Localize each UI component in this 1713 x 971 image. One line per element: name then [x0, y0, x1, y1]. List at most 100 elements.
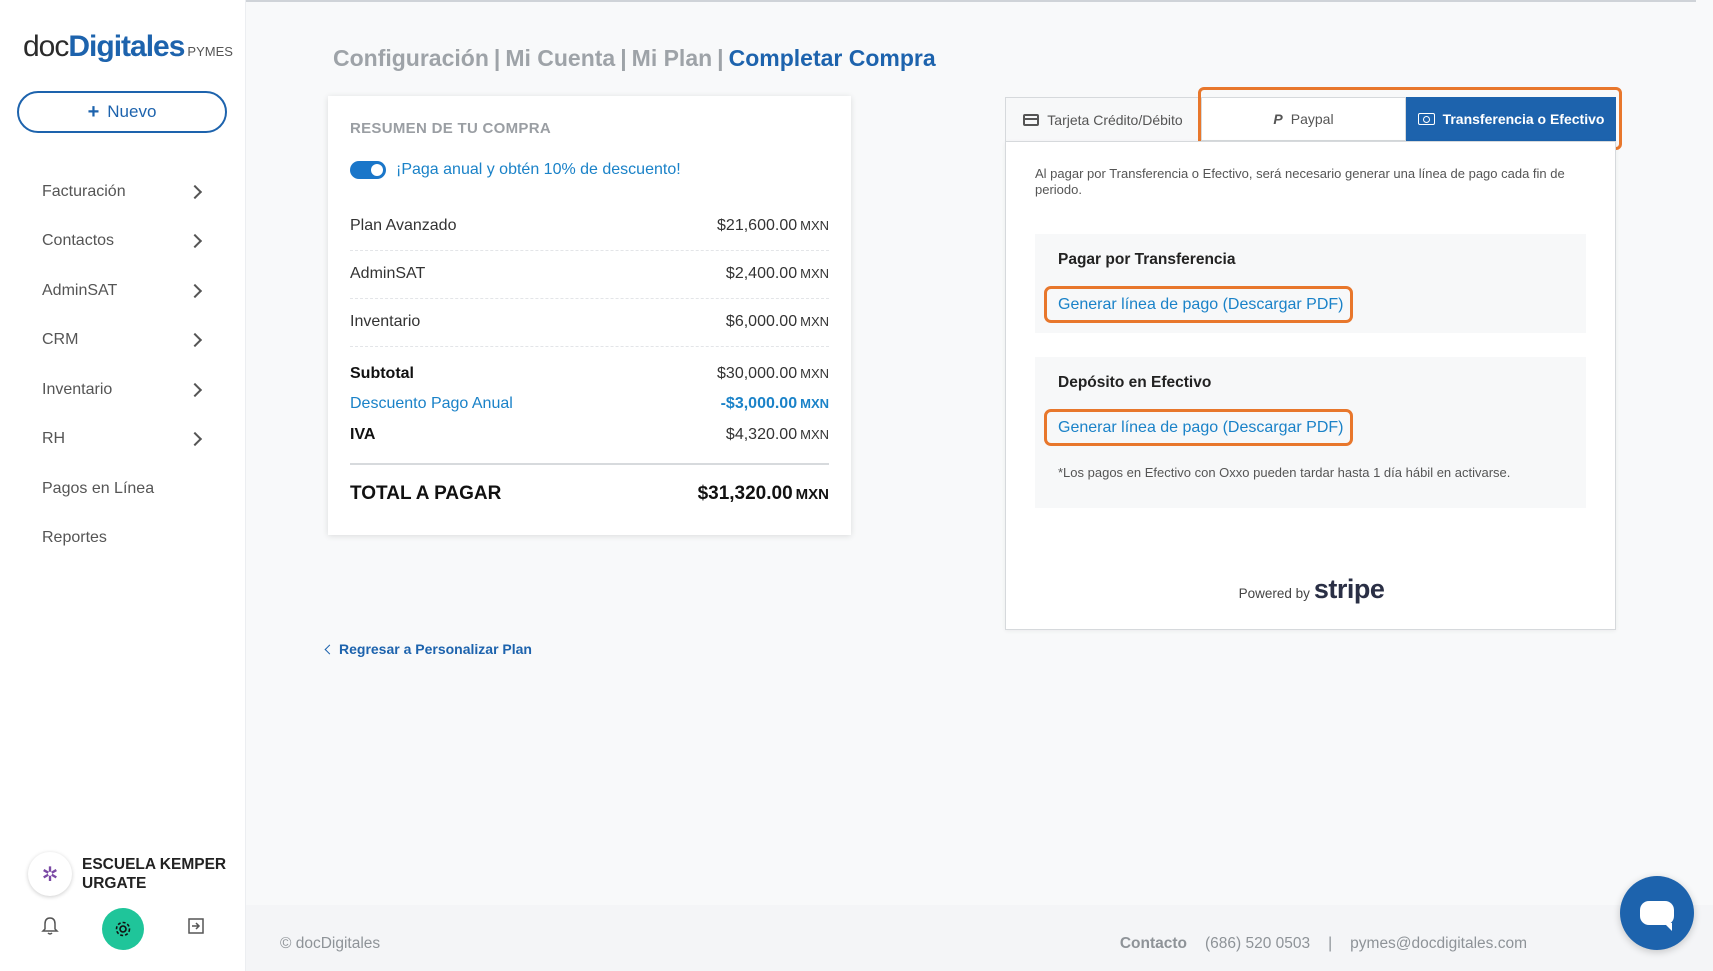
payment-intro: Al pagar por Transferencia o Efectivo, s…	[1035, 166, 1565, 197]
total-amount: $31,320.00	[697, 483, 793, 504]
total-divider	[350, 463, 829, 465]
sidebar-item-crm[interactable]: CRM	[0, 316, 246, 366]
annual-payment-toggle[interactable]	[350, 161, 386, 179]
iva-label: IVA	[350, 426, 376, 443]
sidebar-item-adminsat[interactable]: AdminSAT	[0, 266, 246, 316]
sidebar-item-label: AdminSAT	[42, 281, 118, 299]
tab-label: Transferencia o Efectivo	[1442, 111, 1605, 127]
contact-divider: |	[1328, 935, 1333, 952]
sidebar-item-rh[interactable]: RH	[0, 415, 246, 465]
sidebar-item-inventario[interactable]: Inventario	[0, 365, 246, 415]
purchase-summary-card: RESUMEN DE TU COMPRA ¡Paga anual y obtén…	[328, 96, 851, 535]
total-row: TOTAL A PAGAR $31,320.00 MXN	[350, 483, 829, 505]
total-label: TOTAL A PAGAR	[350, 483, 502, 504]
user-name: ESCUELA KEMPER URGATE	[82, 856, 227, 892]
sidebar-item-label: Pagos en Línea	[42, 479, 155, 497]
line-item: AdminSAT $2,400.00 MXN	[350, 265, 829, 299]
contact-phone[interactable]: (686) 520 0503	[1205, 935, 1310, 953]
subtotal-label: Subtotal	[350, 365, 414, 382]
line-item: Inventario $6,000.00 MXN	[350, 313, 829, 347]
line-item-label: Inventario	[350, 313, 421, 330]
credit-card-icon	[1023, 113, 1040, 126]
chevron-right-icon	[187, 283, 203, 298]
footer-contact: Contacto (686) 520 0503 | pymes@docdigit…	[1120, 935, 1527, 953]
currency-label: MXN	[800, 314, 829, 329]
cash-icon	[1417, 113, 1435, 125]
line-item-label: AdminSAT	[350, 265, 426, 282]
sidebar-item-label: Facturación	[42, 182, 126, 200]
powered-by-label: Powered by	[1238, 586, 1310, 601]
discount-row: Descuento Pago Anual -$3,000.00 MXN	[350, 395, 829, 413]
top-divider	[246, 0, 1696, 2]
discount-amount: -$3,000.00	[720, 395, 798, 412]
currency-label: MXN	[800, 266, 829, 281]
annual-toggle-row: ¡Paga anual y obtén 10% de descuento!	[350, 161, 681, 179]
logo-digitales: Digitales	[68, 30, 185, 63]
sidebar: doc Digitales PYMES + Nuevo Facturación Co…	[0, 0, 246, 971]
sidebar-item-label: Reportes	[42, 529, 107, 547]
sidebar-item-label: Contactos	[42, 232, 115, 250]
sidebar-item-facturacion[interactable]: Facturación	[0, 167, 246, 217]
subtotal-amount: $30,000.00	[717, 365, 798, 382]
breadcrumb-separator: |	[620, 45, 627, 71]
breadcrumb-separator: |	[493, 45, 501, 71]
user-profile[interactable]: ✲ ESCUELA KEMPER URGATE	[28, 852, 232, 896]
cash-note: *Los pagos en Efectivo con Oxxo pueden t…	[1058, 465, 1511, 480]
paypal-icon: P	[1273, 111, 1283, 127]
tab-label: Tarjeta Crédito/Débito	[1047, 111, 1183, 128]
new-button[interactable]: + Nuevo	[17, 91, 227, 133]
chat-button[interactable]	[1620, 876, 1694, 950]
transfer-generate-pdf-link[interactable]: Generar línea de pago (Descargar PDF)	[1044, 286, 1353, 323]
cash-link-label: Generar línea de pago (Descargar PDF)	[1058, 418, 1344, 436]
currency-label: MXN	[800, 427, 829, 442]
chevron-right-icon	[187, 234, 203, 249]
back-link-label: Regresar a Personalizar Plan	[339, 641, 532, 657]
new-button-label: Nuevo	[107, 102, 157, 121]
chevron-right-icon	[187, 184, 203, 199]
logout-icon[interactable]	[174, 916, 218, 942]
bell-icon[interactable]	[28, 916, 72, 942]
subtotal-row: Subtotal $30,000.00 MXN	[350, 365, 829, 383]
transfer-box: Pagar por Transferencia Generar línea de…	[1035, 234, 1586, 333]
iva-row: IVA $4,320.00 MXN	[350, 426, 829, 444]
plus-icon: +	[87, 100, 100, 123]
chevron-right-icon	[187, 432, 203, 447]
chevron-right-icon	[187, 333, 203, 348]
cash-generate-pdf-link[interactable]: Generar línea de pago (Descargar PDF)	[1044, 409, 1353, 446]
sidebar-nav: Facturación Contactos AdminSAT CRM Inven…	[0, 167, 246, 563]
contact-label: Contacto	[1119, 935, 1187, 952]
sidebar-item-label: CRM	[42, 331, 79, 349]
breadcrumb-item-mi-cuenta[interactable]: Mi Cuenta	[505, 45, 615, 71]
sidebar-item-reportes[interactable]: Reportes	[0, 514, 246, 564]
summary-title: RESUMEN DE TU COMPRA	[350, 120, 552, 137]
payment-method-tabs: Tarjeta Crédito/Débito P Paypal Transfer…	[1005, 97, 1616, 141]
payment-panel: Al pagar por Transferencia o Efectivo, s…	[1005, 141, 1616, 630]
breadcrumb-item-mi-plan[interactable]: Mi Plan	[632, 45, 713, 71]
breadcrumb-separator: |	[717, 45, 724, 71]
gear-icon[interactable]	[102, 908, 144, 950]
currency-label: MXN	[800, 218, 829, 233]
logo-doc: doc	[23, 30, 69, 63]
annual-toggle-label: ¡Paga anual y obtén 10% de descuento!	[396, 161, 681, 178]
sidebar-item-pagos-en-linea[interactable]: Pagos en Línea	[0, 464, 246, 514]
brand-logo[interactable]: doc Digitales PYMES	[23, 30, 233, 64]
tab-transfer-cash[interactable]: Transferencia o Efectivo	[1406, 97, 1616, 141]
chevron-right-icon	[187, 382, 203, 397]
tab-credit-card[interactable]: Tarjeta Crédito/Débito	[1005, 97, 1201, 141]
currency-label: MXN	[795, 486, 829, 503]
sidebar-footer-actions	[28, 908, 218, 950]
breadcrumb-item-configuracion[interactable]: Configuración	[333, 45, 489, 71]
sidebar-item-contactos[interactable]: Contactos	[0, 217, 246, 267]
footer: © docDigitales Contacto (686) 520 0503 |…	[246, 905, 1713, 971]
chevron-left-icon	[324, 644, 335, 654]
back-to-customize-plan-link[interactable]: Regresar a Personalizar Plan	[324, 641, 532, 657]
powered-by-stripe: Powered by stripe	[1006, 574, 1617, 605]
sidebar-item-label: RH	[42, 430, 66, 448]
currency-label: MXN	[800, 396, 829, 411]
contact-email[interactable]: pymes@docdigitales.com	[1350, 935, 1527, 953]
tab-paypal[interactable]: P Paypal	[1201, 97, 1406, 141]
cash-box: Depósito en Efectivo Generar línea de pa…	[1035, 357, 1586, 508]
sidebar-item-label: Inventario	[42, 380, 113, 398]
tab-label: Paypal	[1290, 111, 1334, 127]
currency-label: MXN	[800, 366, 829, 381]
